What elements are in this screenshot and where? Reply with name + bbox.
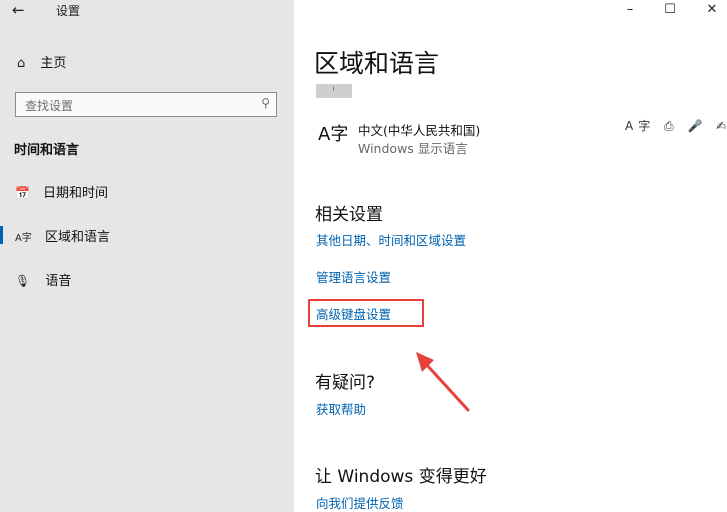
- related-settings-heading: 相关设置: [315, 205, 383, 225]
- feedback-link[interactable]: 向我们提供反馈: [316, 493, 404, 512]
- scroll-bar-fragment: [316, 84, 352, 98]
- language-pack-icon: A字: [318, 124, 349, 145]
- nav-item-home[interactable]: ⌂ 主页: [17, 52, 66, 71]
- language-name[interactable]: 中文(中华人民共和国): [358, 120, 480, 139]
- close-button[interactable]: ✕: [700, 0, 724, 20]
- annotation-highlight-box: [308, 299, 424, 327]
- nav-date-time-label: 日期和时间: [43, 186, 109, 201]
- annotation-arrow-icon: [416, 352, 470, 412]
- section-title: 时间和语言: [14, 143, 80, 158]
- nav-region-language-label: 区域和语言: [44, 230, 110, 245]
- get-help-link[interactable]: 获取帮助: [316, 399, 366, 418]
- search-icon[interactable]: ⚲: [261, 96, 270, 110]
- nav-item-region-language[interactable]: A字 区域和语言: [15, 226, 110, 245]
- nav-item-date-time[interactable]: 📅 日期和时间: [15, 182, 108, 201]
- search-input[interactable]: 查找设置 ⚲: [15, 92, 277, 117]
- search-placeholder: 查找设置: [25, 99, 74, 113]
- maximize-button[interactable]: ☐: [658, 0, 682, 20]
- calendar-icon: 📅: [15, 186, 30, 200]
- active-indicator: [0, 226, 3, 244]
- other-date-time-region-link[interactable]: 其他日期、时间和区域设置: [316, 230, 466, 249]
- sidebar: ← 设置 ⌂ 主页 查找设置 ⚲ 时间和语言 📅 日期和时间 A字 区域和语言 …: [0, 0, 294, 512]
- language-feature-icons: A字 ⎙ 🎤 ✍: [625, 119, 727, 133]
- back-arrow-icon[interactable]: ←: [12, 0, 25, 20]
- language-icon: A字: [15, 233, 32, 244]
- language-subtitle: Windows 显示语言: [358, 141, 468, 156]
- main-panel: – ☐ ✕ 区域和语言 A字 中文(中华人民共和国) Windows 显示语言 …: [294, 0, 727, 512]
- app-title: 设置: [56, 4, 81, 18]
- nav-home-label: 主页: [40, 56, 67, 71]
- minimize-button[interactable]: –: [618, 0, 642, 20]
- nav-item-speech[interactable]: 🎙 语音: [15, 270, 71, 289]
- manage-language-link[interactable]: 管理语言设置: [316, 267, 391, 286]
- home-icon: ⌂: [17, 56, 26, 71]
- question-heading: 有疑问?: [315, 373, 376, 393]
- page-title: 区域和语言: [314, 49, 440, 78]
- improve-windows-heading: 让 Windows 变得更好: [315, 467, 487, 487]
- nav-speech-label: 语音: [45, 274, 72, 289]
- microphone-icon: 🎙: [15, 274, 31, 288]
